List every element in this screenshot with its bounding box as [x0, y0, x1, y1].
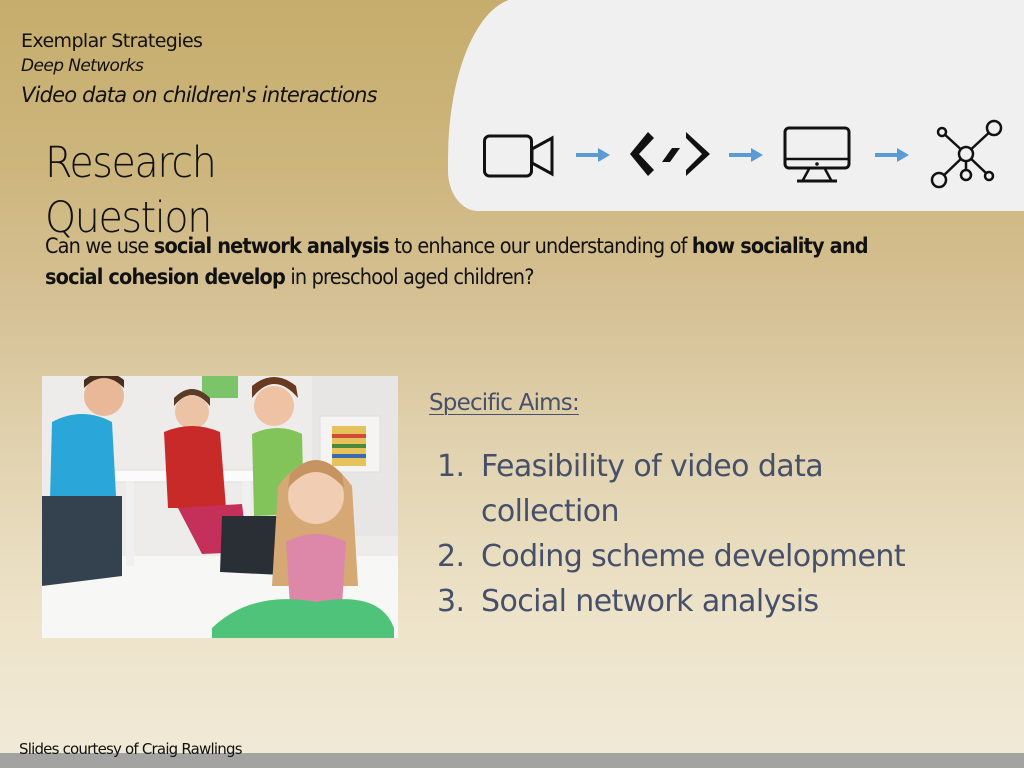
aim-number: 1.	[437, 449, 465, 484]
aim-item: 1. Feasibility of video data collection	[437, 444, 951, 534]
arrow-right-icon	[875, 148, 909, 162]
children-photo	[42, 376, 398, 638]
question-text: to enhance our understanding of	[388, 234, 692, 258]
question-emphasis: social network analysis	[153, 234, 390, 258]
aim-item: 2. Coding scheme development	[437, 534, 951, 579]
pipeline-panel	[448, 0, 1024, 211]
arrow-right-icon	[576, 148, 610, 162]
slide-title: Research Question	[45, 136, 217, 246]
aim-number: 3.	[437, 584, 465, 619]
question-text: in preschool aged children?	[285, 265, 534, 289]
slide: Exemplar Strategies Deep Networks Video …	[0, 0, 1024, 753]
aims-list: 1. Feasibility of video data collection …	[437, 444, 951, 624]
title-line-1: Research	[45, 138, 217, 188]
aim-text: Social network analysis	[481, 584, 819, 619]
aims-heading: Specific Aims:	[429, 390, 580, 416]
header-title: Exemplar Strategies	[21, 30, 203, 52]
header-subtitle: Deep Networks	[21, 56, 144, 76]
research-question: Can we use social network analysis to en…	[45, 231, 873, 293]
footer-credit: Slides courtesy of Craig Rawlings	[19, 740, 243, 758]
network-graph-icon	[930, 119, 1003, 189]
aim-text: Coding scheme development	[481, 539, 906, 574]
photo-illustration	[42, 376, 398, 638]
aim-number: 2.	[437, 539, 465, 574]
aim-text: Feasibility of video data collection	[481, 449, 824, 529]
header-block: Exemplar Strategies Deep Networks Video …	[21, 28, 378, 112]
computer-monitor-icon	[783, 126, 851, 183]
question-text: Can we use	[45, 234, 154, 258]
header-topic: Video data on children's interactions	[21, 83, 378, 107]
aim-item: 3. Social network analysis	[437, 579, 951, 624]
video-camera-icon	[483, 134, 554, 178]
code-icon	[630, 132, 710, 176]
arrow-right-icon	[729, 148, 763, 162]
